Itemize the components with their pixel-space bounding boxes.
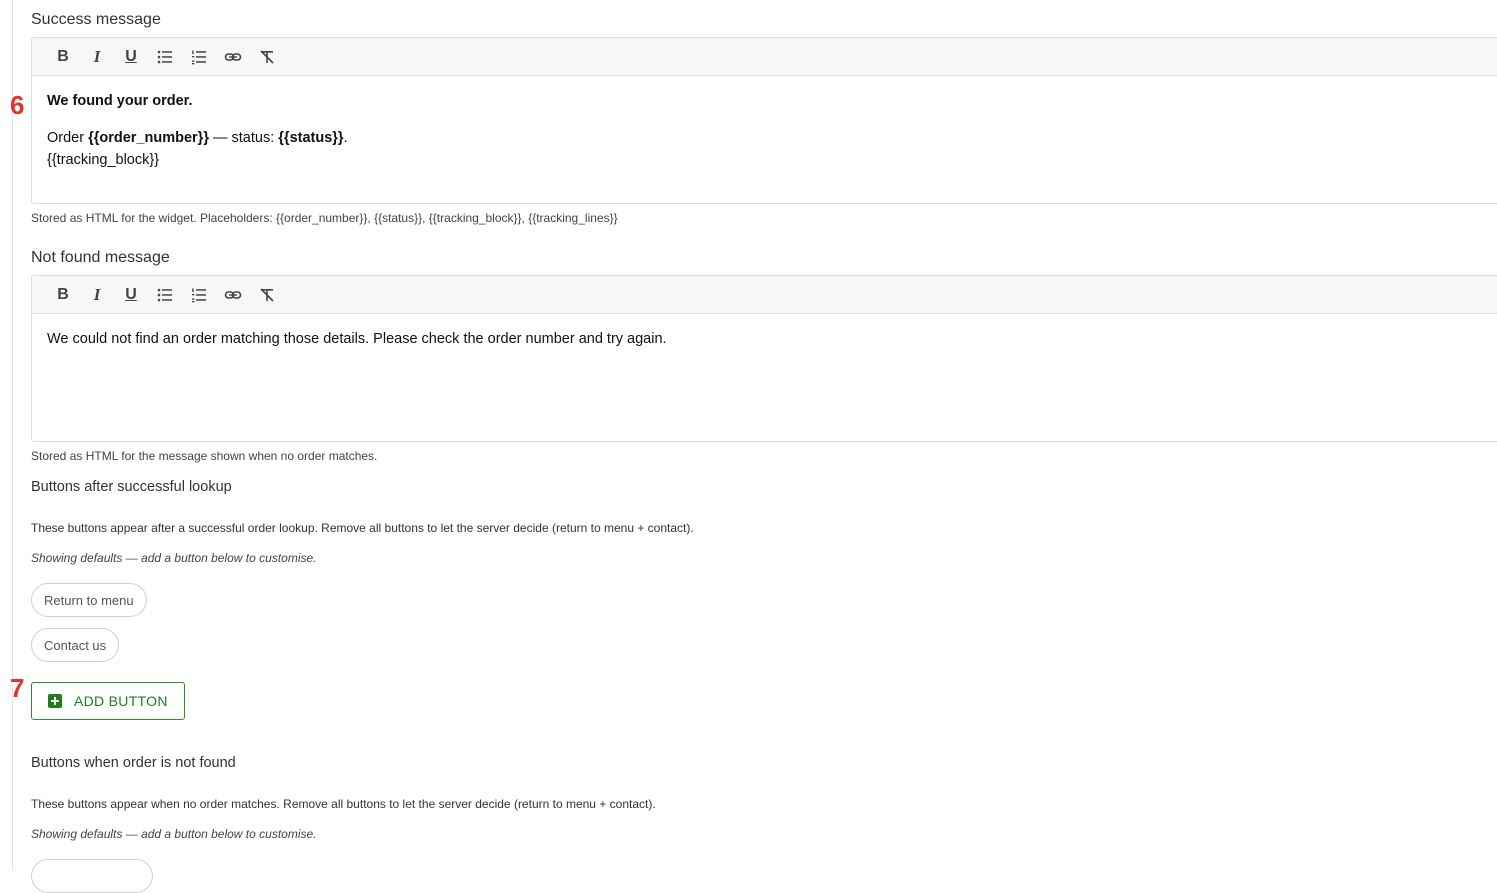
not-found-buttons-description: These buttons appear when no order match… bbox=[31, 797, 656, 811]
success-heading: We found your order. bbox=[47, 93, 193, 109]
bold-button[interactable]: B bbox=[46, 281, 80, 309]
return-to-menu-chip[interactable]: Return to menu bbox=[31, 583, 147, 617]
numbered-list-button[interactable] bbox=[182, 43, 216, 71]
underline-button[interactable]: U bbox=[114, 281, 148, 309]
not-found-text: We could not find an order matching thos… bbox=[47, 331, 667, 347]
numbered-list-icon bbox=[192, 50, 206, 64]
link-icon bbox=[224, 52, 242, 61]
success-buttons-defaults-note: Showing defaults — add a button below to… bbox=[31, 551, 317, 565]
plus-icon bbox=[48, 694, 62, 708]
annotation-marker-6: 6 bbox=[10, 90, 25, 120]
bold-button[interactable]: B bbox=[46, 43, 80, 71]
success-buttons-description: These buttons appear after a successful … bbox=[31, 521, 694, 535]
not-found-buttons-label: Buttons when order is not found bbox=[31, 755, 236, 771]
order-prefix-text: Order bbox=[47, 130, 89, 146]
success-help-text: Stored as HTML for the widget. Placehold… bbox=[31, 211, 618, 225]
clear-format-icon bbox=[260, 287, 274, 302]
not-found-help-text: Stored as HTML for the message shown whe… bbox=[31, 449, 378, 463]
add-button-label: ADD BUTTON bbox=[74, 693, 168, 709]
not-found-editor-toolbar: B I U bbox=[32, 276, 1497, 314]
numbered-list-button[interactable] bbox=[182, 281, 216, 309]
success-order-line: Order {{order_number}} — status: {{statu… bbox=[47, 127, 1495, 149]
tracking-block-placeholder: {{tracking_block}} bbox=[47, 152, 160, 168]
bullet-list-button[interactable] bbox=[148, 281, 182, 309]
bullet-list-icon bbox=[157, 288, 172, 301]
order-number-placeholder: {{order_number}} bbox=[88, 130, 209, 146]
italic-button[interactable]: I bbox=[80, 43, 114, 71]
status-separator: — status: bbox=[208, 130, 279, 146]
underline-icon: U bbox=[125, 47, 137, 65]
partial-chip[interactable] bbox=[31, 859, 153, 893]
clear-format-icon bbox=[260, 49, 274, 64]
link-button[interactable] bbox=[216, 43, 250, 71]
clear-format-button[interactable] bbox=[250, 281, 284, 309]
status-placeholder: {{status}} bbox=[278, 130, 344, 146]
success-editor-toolbar: B I U bbox=[32, 38, 1497, 76]
underline-icon: U bbox=[125, 285, 137, 303]
not-found-buttons-defaults-note: Showing defaults — add a button below to… bbox=[31, 827, 317, 841]
bullet-list-icon bbox=[157, 50, 172, 63]
underline-button[interactable]: U bbox=[114, 43, 148, 71]
clear-format-button[interactable] bbox=[250, 43, 284, 71]
success-message-editor: B I U We found your order. Order {{order… bbox=[31, 37, 1497, 204]
link-icon bbox=[224, 290, 242, 299]
annotation-marker-7: 7 bbox=[10, 673, 25, 703]
italic-button[interactable]: I bbox=[80, 281, 114, 309]
success-message-content[interactable]: We found your order. Order {{order_numbe… bbox=[32, 76, 1497, 185]
not-found-message-editor: B I U We could not find an order matchin… bbox=[31, 275, 1497, 442]
italic-icon: I bbox=[93, 46, 101, 66]
link-button[interactable] bbox=[216, 281, 250, 309]
left-divider bbox=[12, 0, 13, 870]
add-button[interactable]: ADD BUTTON bbox=[31, 682, 185, 720]
success-buttons-label: Buttons after successful lookup bbox=[31, 479, 232, 495]
contact-us-chip[interactable]: Contact us bbox=[31, 628, 120, 662]
bold-icon: B bbox=[57, 285, 69, 303]
numbered-list-icon bbox=[192, 288, 206, 302]
order-line-period: . bbox=[343, 130, 348, 146]
not-found-message-content[interactable]: We could not find an order matching thos… bbox=[32, 314, 1497, 364]
bold-icon: B bbox=[57, 47, 69, 65]
italic-icon: I bbox=[93, 284, 101, 304]
bullet-list-button[interactable] bbox=[148, 43, 182, 71]
success-message-label: Success message bbox=[31, 11, 161, 28]
not-found-message-label: Not found message bbox=[31, 249, 170, 266]
